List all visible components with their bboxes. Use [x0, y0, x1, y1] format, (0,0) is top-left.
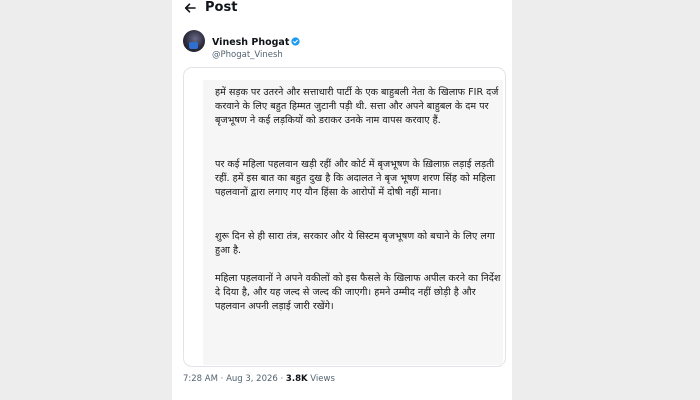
text-image: हमें सड़क पर उतरने और सत्ताधारी पार्टी क…	[203, 80, 503, 365]
post-header: Post	[172, 0, 512, 18]
avatar[interactable]	[183, 30, 205, 52]
post-paragraph-3: शुरू दिन से ही सारा तंत्र, सरकार और ये स…	[215, 231, 495, 256]
author-block: Vinesh Phogat @Phogat_Vinesh	[212, 30, 301, 60]
view-count: 3.8K	[285, 374, 308, 384]
arrow-left-icon[interactable]	[183, 1, 197, 15]
meta-separator: ·	[217, 374, 227, 384]
view-label: Views	[307, 374, 335, 384]
author-name[interactable]: Vinesh Phogat	[212, 37, 289, 48]
post-paragraph-1: हमें सड़क पर उतरने और सत्ताधारी पार्टी क…	[215, 87, 499, 126]
post-panel: Post Vinesh Phogat @Phogat_Vinesh हमें स…	[172, 0, 512, 400]
verified-badge-icon	[291, 37, 301, 46]
page-title: Post	[205, 0, 238, 15]
post-media-card[interactable]: हमें सड़क पर उतरने और सत्ताधारी पार्टी क…	[183, 67, 506, 367]
post-meta: 7:28 AM · Aug 3, 2026 · 3.8K Views	[183, 374, 335, 384]
avatar-shirt-detail	[189, 42, 198, 49]
meta-separator: ·	[277, 374, 286, 384]
post-date[interactable]: Aug 3, 2026	[226, 374, 278, 384]
author-handle[interactable]: @Phogat_Vinesh	[212, 50, 300, 60]
post-paragraph-2: पर कई महिला पहलवान खड़ी रहीं और कोर्ट मे…	[215, 159, 496, 198]
post-time[interactable]: 7:28 AM	[183, 374, 218, 384]
post-paragraph-4: महिला पहलवानों ने अपने वकीलों को इस फैसल…	[215, 273, 501, 312]
